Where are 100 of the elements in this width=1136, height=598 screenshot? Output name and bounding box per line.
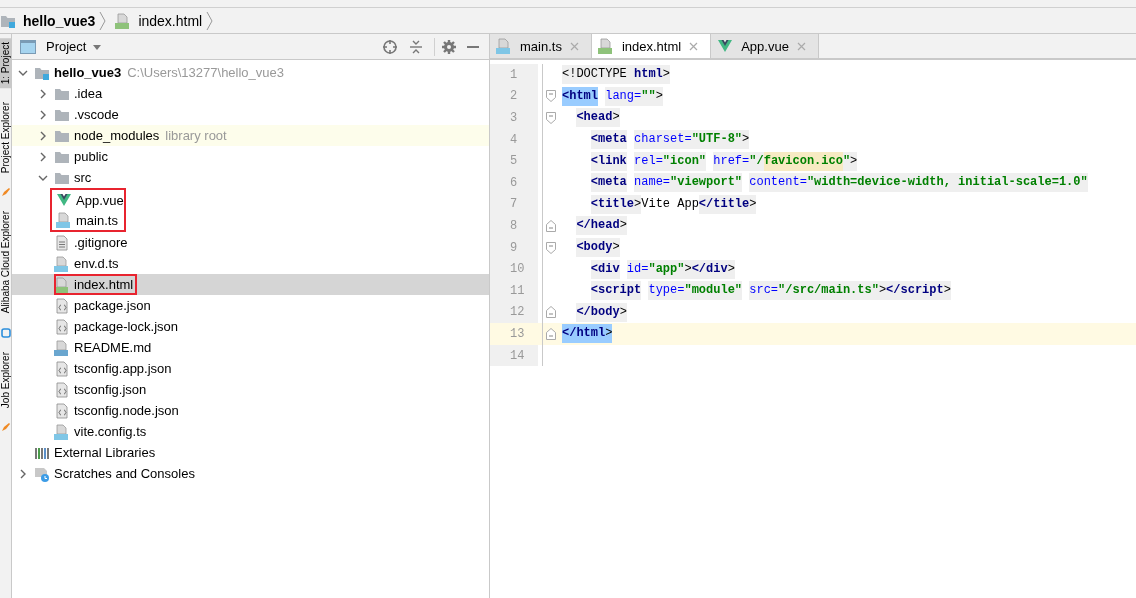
file-name: .idea [74,86,103,101]
html-file-icon [597,38,614,54]
json-file-icon [54,381,70,398]
code-line: <html lang=""> [562,85,663,108]
side-tab[interactable]: Alibaba Cloud Explorer [0,207,11,318]
file-name: tsconfig.node.json [74,403,179,418]
tree-item[interactable]: src [12,167,489,188]
file-name: index.html [74,277,134,292]
line-number: 11 [490,279,538,302]
close-icon[interactable] [796,41,806,51]
typescript-file-icon [496,38,512,54]
line-number: 3 [490,107,538,129]
line-number: 12 [490,301,538,324]
tree-item[interactable]: App.vue [52,190,124,210]
dropdown-caret-icon [92,42,103,51]
tree-item[interactable]: env.d.ts [12,253,489,274]
fold-marker-icon[interactable] [545,90,556,103]
line-number: 10 [490,258,538,280]
fold-marker-icon[interactable] [545,219,556,232]
file-name: README.md [74,340,152,355]
code-line: <meta charset="UTF-8"> [562,128,750,151]
side-tab[interactable]: Job Explorer [0,347,11,412]
minimize-icon[interactable] [467,45,479,48]
file-name: App.vue [76,192,124,208]
json-file-icon [54,297,70,314]
file-name: node_modules [74,128,160,143]
code-line: <div id="app"></div> [562,258,735,280]
file-name: hello_vue3 [54,65,122,80]
tree-item[interactable]: vite.config.ts [12,421,489,442]
chevron-icon [206,9,215,32]
fold-marker-icon[interactable] [545,306,556,319]
side-tab[interactable]: Project Explorer [0,98,11,178]
fold-marker-icon[interactable] [545,327,556,340]
html-file-icon [115,12,132,29]
html-file-icon [54,276,70,293]
editor-tab[interactable]: App.vue [711,34,819,58]
file-name: vite.config.ts [74,424,147,439]
json-file-icon [54,402,70,419]
tree-item[interactable]: package-lock.json [12,316,489,337]
line-number: 8 [490,215,538,237]
chevron-icon [99,9,108,32]
file-name: env.d.ts [74,256,119,271]
code-line: <!DOCTYPE html> [562,64,671,86]
tree-item[interactable]: .gitignore [12,232,489,253]
tree-item[interactable]: node_modules library root [12,125,489,146]
tree-item[interactable]: package.json [12,295,489,316]
scratch-file-icon [34,465,50,482]
line-number: 7 [490,193,538,216]
line-number: 9 [490,236,538,259]
code-line: <title>Vite App</title> [562,193,757,216]
panel-title[interactable]: Project [46,39,87,54]
tree-item[interactable]: index.html [12,274,489,295]
line-number: 1 [490,64,538,86]
file-name: package-lock.json [74,319,179,334]
file-name: tsconfig.app.json [74,361,172,376]
tree-item[interactable]: hello_vue3 C:\Users\13277\hello_vue3 [12,62,489,83]
collapse-icon [408,38,424,55]
typescript-file-icon [54,423,70,440]
code-line: <script type="module" src="/src/main.ts"></script> [562,279,951,302]
tree-item[interactable]: External Libraries [12,442,489,463]
editor-tab[interactable]: index.html [591,34,712,58]
file-name: tsconfig.json [74,382,147,397]
json-file-icon [54,318,70,335]
line-number: 14 [490,344,538,367]
tree-item[interactable]: tsconfig.json [12,379,489,400]
vue-file-icon [56,192,72,208]
side-tab[interactable]: 1: Project [0,38,11,89]
file-name: package.json [74,298,151,313]
tree-item[interactable]: tsconfig.node.json [12,400,489,421]
file-name: main.ts [76,212,118,228]
file-name: src [74,170,92,185]
editor-tab[interactable]: main.ts [490,34,592,58]
tree-item[interactable]: README.md [12,337,489,358]
json-file-icon [54,360,70,377]
line-number: 4 [490,128,538,151]
line-number: 5 [490,150,538,172]
text-file-icon [54,234,70,251]
line-number: 2 [490,85,538,108]
file-name: .vscode [74,107,119,122]
tree-item[interactable]: main.ts [52,210,124,230]
fold-marker-icon[interactable] [545,112,556,124]
close-icon[interactable] [569,41,579,51]
close-icon[interactable] [689,41,699,51]
path-hint: library root [165,128,227,143]
breadcrumb-item[interactable]: index.html [115,12,203,29]
typescript-file-icon [56,212,72,228]
file-name: .gitignore [74,235,128,250]
file-name: public [74,149,108,164]
tree-item[interactable]: tsconfig.app.json [12,358,489,379]
tree-item[interactable]: .idea [12,83,489,104]
file-name: Scratches and Consoles [54,466,195,481]
fold-marker-icon[interactable] [545,241,556,254]
tree-item[interactable]: .vscode [12,104,489,125]
code-line: </html> [562,323,613,345]
tree-item[interactable]: public [12,146,489,167]
file-name: External Libraries [54,445,156,460]
tree-item[interactable]: Scratches and Consoles [12,463,489,484]
markdown-file-icon [54,339,70,356]
breadcrumb-item[interactable]: hello_vue3 [0,12,96,29]
vue-file-icon [717,38,734,54]
